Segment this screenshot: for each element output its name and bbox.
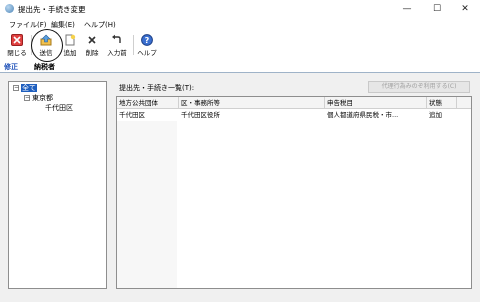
main-area: − 全て − 東京都 千代田区 提出先・手続き一覧(T): 代理行為みのぞ利用す… bbox=[0, 73, 480, 302]
tree-item-all-label: 全て bbox=[21, 84, 37, 92]
tab-taxpayer[interactable]: 納税者 bbox=[34, 62, 55, 72]
app-icon bbox=[5, 4, 14, 13]
table-header: 地方公共団体 区・事務所等 申告税目 状態 bbox=[117, 97, 471, 109]
maximize-button[interactable]: ☐ bbox=[422, 0, 452, 18]
column-header[interactable]: 状態 bbox=[427, 97, 457, 109]
input-prev-button-label: 入力前 bbox=[107, 49, 127, 57]
window-title: 提出先・手続き変更 bbox=[18, 5, 86, 14]
close-window-button[interactable]: ✕ bbox=[450, 0, 480, 18]
menu-file[interactable]: ファイル(F) bbox=[9, 20, 47, 30]
highlight-circle bbox=[31, 29, 63, 62]
table-row[interactable]: 千代田区 千代田区役所 個人都道府県民税・市... 追加 bbox=[117, 110, 471, 121]
delete-icon bbox=[88, 36, 96, 44]
delete-button[interactable]: 削除 bbox=[81, 32, 103, 59]
tree-collapse-toggle[interactable]: − bbox=[24, 95, 30, 101]
add-document-icon bbox=[65, 34, 76, 46]
menu-help[interactable]: ヘルプ(H) bbox=[84, 20, 116, 30]
tree-collapse-toggle[interactable]: − bbox=[13, 85, 19, 91]
title-bar: 提出先・手続き変更 — ☐ ✕ bbox=[0, 0, 480, 18]
table-cell: 追加 bbox=[429, 111, 442, 119]
table-cell: 千代田区 bbox=[119, 111, 145, 119]
undo-arrow-icon bbox=[112, 34, 121, 43]
bulk-apply-button[interactable]: 代理行為みのぞ利用する(C) bbox=[368, 81, 470, 93]
toolbar: 閉じる 送信 追加 削除 入力前 ? ヘルプ bbox=[0, 31, 480, 61]
tree-item-all[interactable]: 全て bbox=[21, 83, 37, 93]
help-button-label: ヘルプ bbox=[137, 49, 157, 57]
delete-button-label: 削除 bbox=[85, 49, 99, 57]
tree-item-tokyo[interactable]: 東京都 bbox=[32, 93, 53, 103]
column-header[interactable]: 区・事務所等 bbox=[179, 97, 325, 109]
column-header[interactable]: 申告税目 bbox=[325, 97, 427, 109]
input-prev-button[interactable]: 入力前 bbox=[104, 32, 130, 59]
tab-edit[interactable]: 修正 bbox=[4, 62, 18, 72]
menu-bar: ファイル(F) 編集(E) ヘルプ(H) bbox=[0, 19, 480, 31]
destination-table: 地方公共団体 区・事務所等 申告税目 状態 千代田区 千代田区役所 個人都道府県… bbox=[116, 96, 472, 289]
minimize-button[interactable]: — bbox=[392, 0, 422, 18]
menu-edit[interactable]: 編集(E) bbox=[51, 20, 75, 30]
help-button[interactable]: ? ヘルプ bbox=[136, 32, 158, 59]
tree-item-chiyoda[interactable]: 千代田区 bbox=[45, 103, 73, 113]
panel-title: 提出先・手続き一覧(T): bbox=[119, 84, 195, 92]
close-x-icon bbox=[11, 34, 23, 46]
destination-panel: 提出先・手続き一覧(T): 代理行為みのぞ利用する(C) 地方公共団体 区・事務… bbox=[116, 81, 472, 289]
tree-view[interactable]: − 全て − 東京都 千代田区 bbox=[8, 81, 107, 289]
help-icon: ? bbox=[141, 34, 153, 46]
toolbar-separator bbox=[133, 35, 134, 55]
svg-text:?: ? bbox=[145, 36, 150, 45]
table-cell: 千代田区役所 bbox=[181, 111, 220, 119]
column-shade bbox=[117, 121, 177, 288]
table-cell: 個人都道府県民税・市... bbox=[327, 111, 399, 119]
close-button-label: 閉じる bbox=[7, 49, 27, 57]
column-header[interactable]: 地方公共団体 bbox=[117, 97, 179, 109]
close-button[interactable]: 閉じる bbox=[5, 32, 29, 59]
